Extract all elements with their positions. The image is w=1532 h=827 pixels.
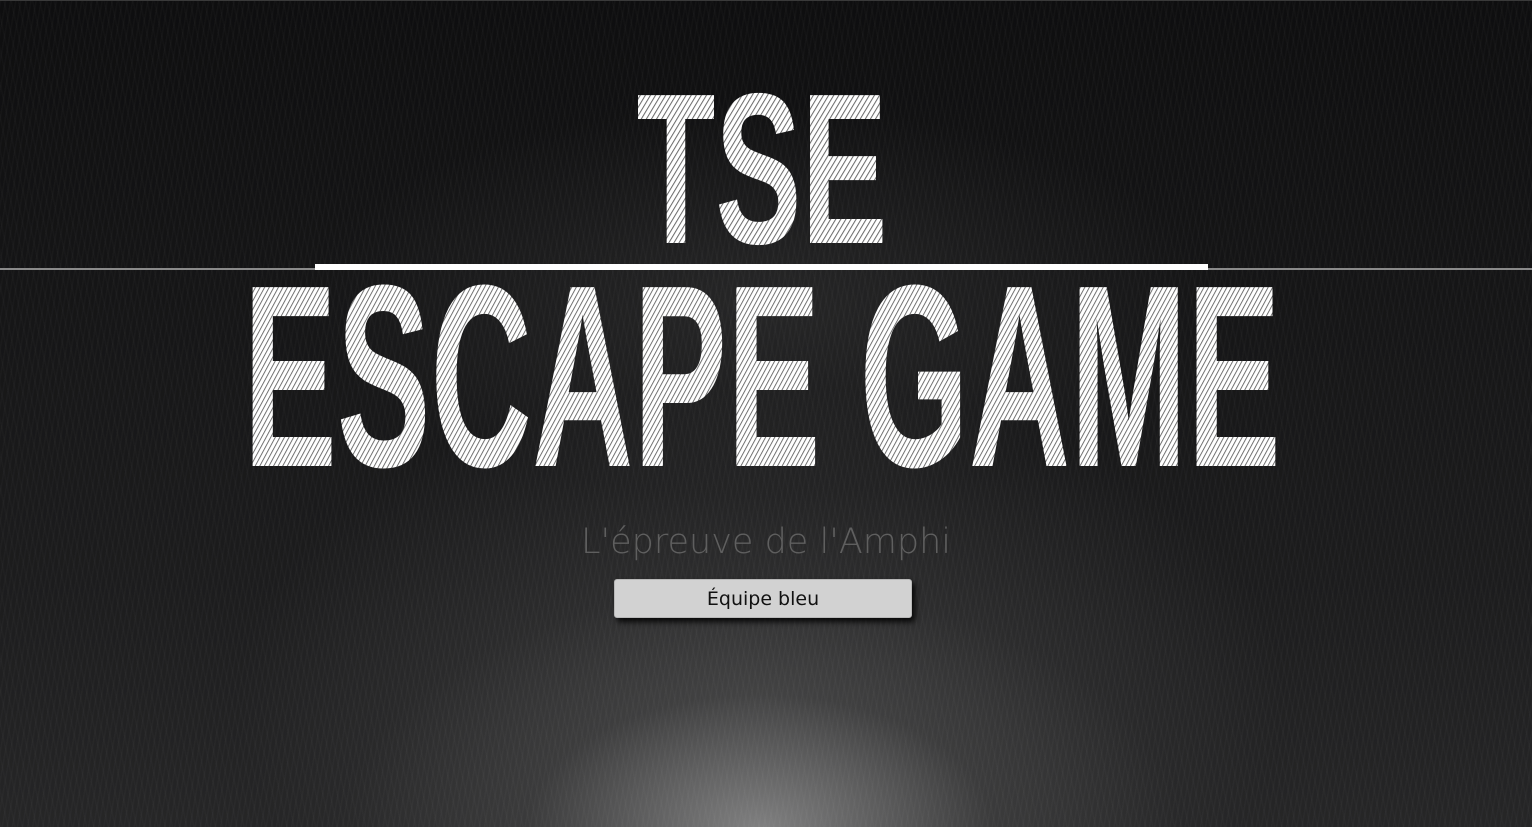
logo: TSE ESCAPE GAME — [0, 0, 1532, 500]
team-button-label: Équipe bleu — [706, 587, 820, 610]
page-background: TSE ESCAPE GAME L'épreuve de l'Amphi Équ… — [0, 0, 1532, 827]
subtitle: L'épreuve de l'Amphi — [581, 522, 951, 562]
team-blue-button[interactable]: Équipe bleu — [614, 579, 912, 618]
logo-graphic: TSE ESCAPE GAME — [243, 49, 1281, 500]
logo-line-escape-game: ESCAPE GAME — [243, 232, 1281, 500]
